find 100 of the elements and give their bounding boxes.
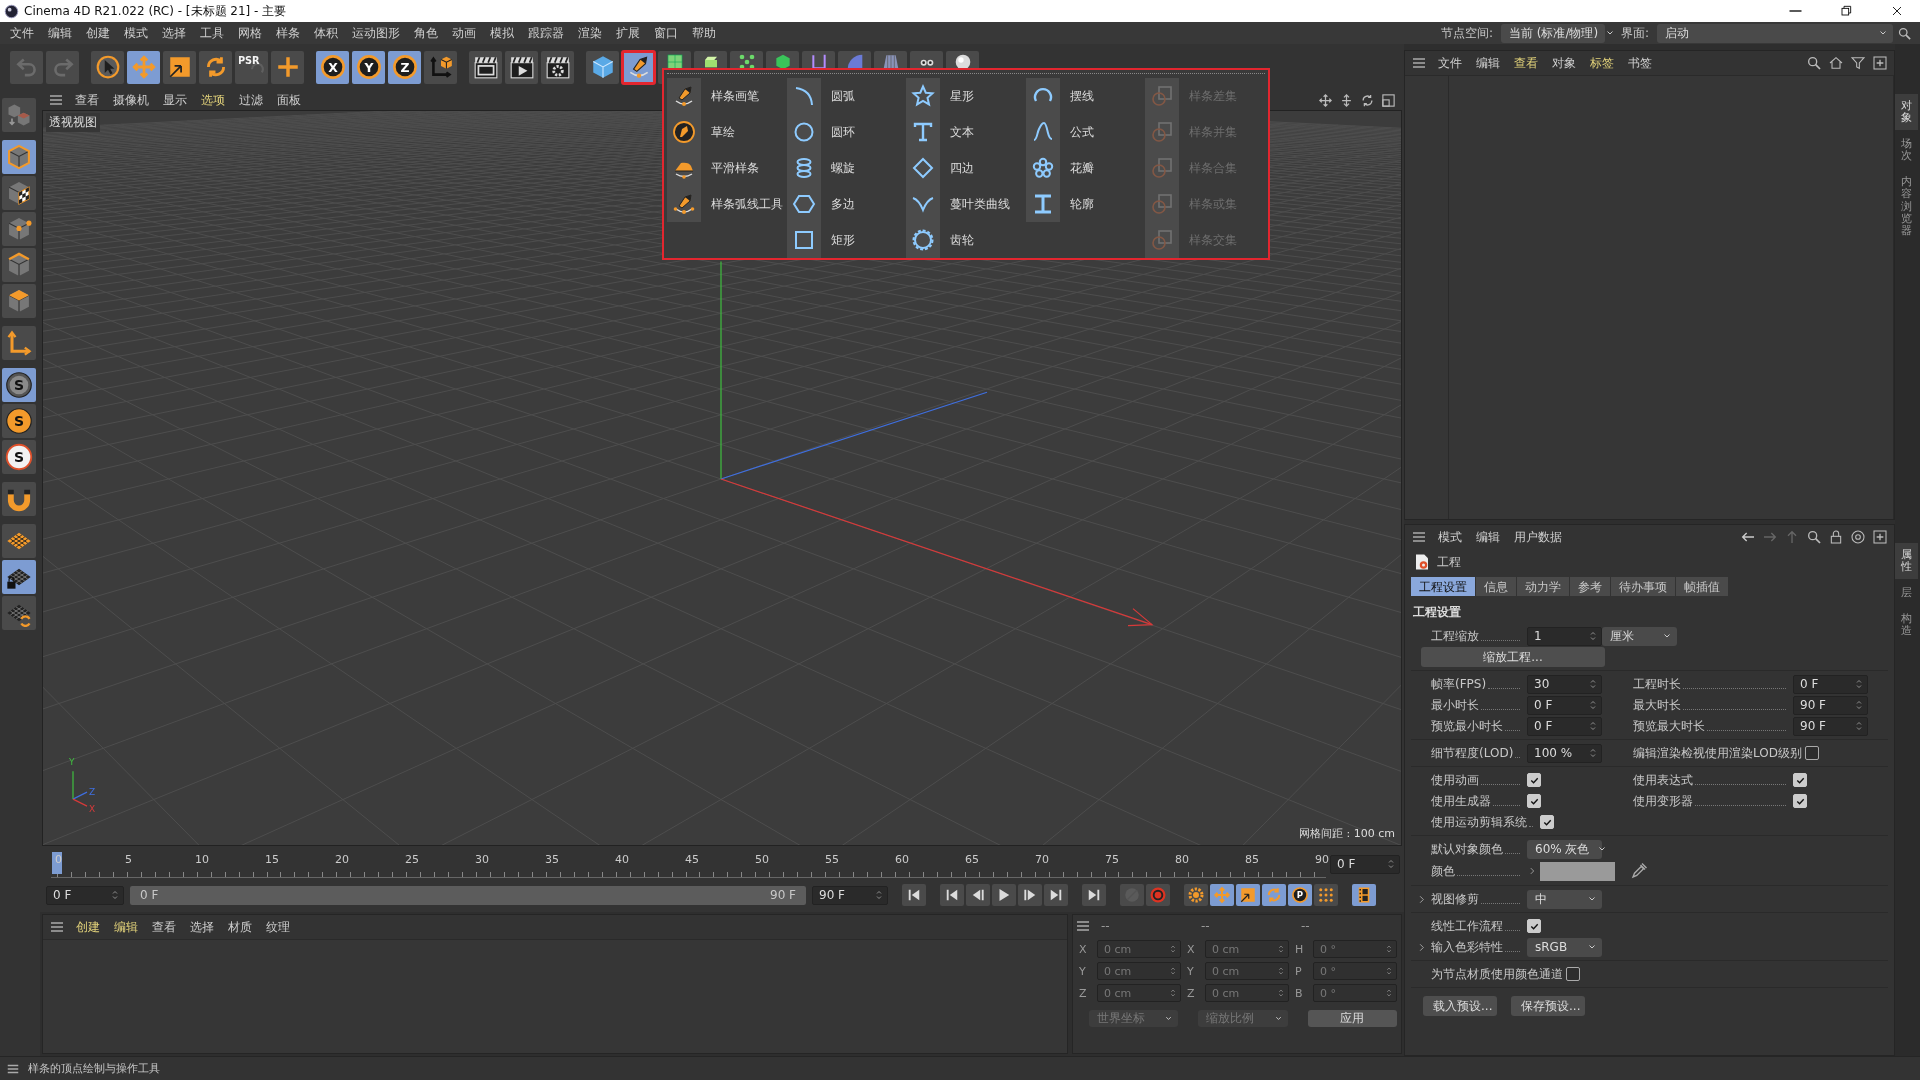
menu-item[interactable]: 选择 (185, 917, 219, 937)
menu-item[interactable]: 工具 (194, 23, 230, 43)
checkbox[interactable] (1527, 794, 1541, 808)
menu-item[interactable]: 圆环 (786, 114, 907, 150)
menu-item[interactable]: 轮廓 (1025, 186, 1146, 222)
menu-item[interactable]: 用户数据 (1509, 527, 1567, 547)
menu-item[interactable]: 帮助 (686, 23, 722, 43)
menu-item[interactable]: 查看 (70, 90, 104, 110)
menu-item[interactable]: 编辑 (1471, 527, 1505, 547)
menu-item[interactable]: 模拟 (484, 23, 520, 43)
menu-item[interactable]: 选项 (196, 90, 230, 110)
pen-button[interactable] (622, 50, 655, 84)
menu-item[interactable]: 文本 (906, 114, 1026, 150)
menu-item[interactable]: 四边 (906, 150, 1026, 186)
cube-button[interactable] (586, 50, 619, 84)
menu-item[interactable]: 公式 (1025, 114, 1146, 150)
tab[interactable]: 帧插值 (1676, 577, 1728, 596)
render-view-button[interactable] (469, 50, 502, 84)
menu-item[interactable]: 创建 (80, 23, 116, 43)
dropdown[interactable]: 厘米 (1602, 626, 1677, 646)
menu-item[interactable]: 渲染 (572, 23, 608, 43)
frame-range-slider[interactable]: 0 F 90 F (130, 885, 806, 905)
add-button[interactable] (271, 50, 304, 84)
render-settings-button[interactable] (541, 50, 574, 84)
menu-item[interactable]: 文件 (1433, 53, 1467, 73)
rotate-button[interactable] (199, 50, 232, 84)
select-button[interactable] (91, 50, 124, 84)
menu-item[interactable]: 齿轮 (906, 222, 1026, 258)
number-field[interactable]: 90 F (1793, 695, 1868, 715)
checkbox[interactable] (1566, 967, 1580, 981)
prev-frame-button[interactable] (966, 884, 990, 906)
prev-key-button[interactable] (940, 884, 964, 906)
menu-item[interactable]: 面板 (272, 90, 306, 110)
menu-item[interactable]: 编辑 (42, 23, 78, 43)
magnet-button[interactable] (2, 482, 36, 516)
checkbox[interactable] (1527, 773, 1541, 787)
menu-item[interactable]: 样条 (270, 23, 306, 43)
menu-item[interactable]: 编辑 (1471, 53, 1505, 73)
layout-dropdown[interactable]: 启动 (1657, 23, 1893, 43)
menu-item[interactable]: 角色 (408, 23, 444, 43)
workplane-button[interactable] (2, 524, 36, 558)
number-field[interactable]: 30 (1527, 674, 1602, 694)
workplane-lock-button[interactable] (2, 560, 36, 594)
number-field[interactable]: 0 F (1527, 716, 1602, 736)
color-swatch[interactable] (1540, 861, 1615, 881)
menu-item[interactable]: 纹理 (261, 917, 295, 937)
workplane-sync-button[interactable] (2, 596, 36, 630)
side-tab[interactable]: 内容浏览器 (1895, 170, 1918, 243)
dropdown[interactable]: sRGB (1527, 937, 1602, 957)
menu-item[interactable]: 运动图形 (346, 23, 406, 43)
tab[interactable]: 工程设置 (1411, 577, 1475, 596)
checkbox[interactable] (1540, 815, 1554, 829)
menu-item[interactable]: 螺旋 (786, 150, 907, 186)
menu-item[interactable]: 跟踪器 (522, 23, 570, 43)
menu-item[interactable]: 体积 (308, 23, 344, 43)
checkbox[interactable] (1793, 773, 1807, 787)
points-button[interactable] (2, 212, 36, 246)
move-button[interactable] (127, 50, 160, 84)
last-button[interactable] (1082, 884, 1106, 906)
scale-button[interactable] (163, 50, 196, 84)
render-button[interactable] (505, 50, 538, 84)
play-button[interactable] (992, 884, 1016, 906)
action-button[interactable]: 缩放工程... (1421, 647, 1605, 667)
dropdown[interactable]: 中 (1527, 889, 1602, 909)
first-button[interactable] (902, 884, 926, 906)
number-field[interactable]: 100 % (1527, 743, 1602, 763)
preset-button[interactable]: 载入预设... (1423, 996, 1497, 1016)
menu-item[interactable]: 书签 (1623, 53, 1657, 73)
menu-item[interactable]: 矩形 (786, 222, 907, 258)
checkbox[interactable] (1793, 794, 1807, 808)
side-tab[interactable]: 属性 (1895, 542, 1918, 580)
next-key-button[interactable] (1044, 884, 1068, 906)
menu-item[interactable]: 材质 (223, 917, 257, 937)
menu-item[interactable]: 创建 (71, 917, 105, 937)
checkbox[interactable] (1804, 746, 1819, 760)
polygons-button[interactable] (2, 284, 36, 318)
current-frame-field[interactable]: 0 F (1330, 854, 1400, 874)
menu-item[interactable]: 模式 (118, 23, 154, 43)
number-field[interactable]: 1 (1527, 626, 1602, 646)
menu-item[interactable]: 窗口 (648, 23, 684, 43)
menu-item[interactable]: 摄像机 (108, 90, 154, 110)
menu-item[interactable]: 模式 (1433, 527, 1467, 547)
menu-item[interactable]: 蔓叶类曲线 (906, 186, 1026, 222)
menu-item[interactable]: 选择 (156, 23, 192, 43)
number-field[interactable]: 0 F (1527, 695, 1602, 715)
next-frame-button[interactable] (1018, 884, 1042, 906)
menu-item[interactable]: 扩展 (610, 23, 646, 43)
menu-item[interactable]: 动画 (446, 23, 482, 43)
menu-item[interactable]: 查看 (147, 917, 181, 937)
menu-item[interactable]: 文件 (4, 23, 40, 43)
coord-button[interactable] (424, 50, 457, 84)
menu-item[interactable]: 过滤 (234, 90, 268, 110)
number-field[interactable]: 0 F (1793, 674, 1868, 694)
new-panel-button[interactable] (1870, 53, 1890, 73)
side-tab[interactable]: 层 (1895, 581, 1918, 606)
menu-item[interactable]: 样条弧线工具 (667, 186, 787, 222)
menu-item[interactable]: 草绘 (667, 114, 787, 150)
menu-item[interactable]: 花瓣 (1025, 150, 1146, 186)
menu-item[interactable]: 网格 (232, 23, 268, 43)
tab[interactable]: 信息 (1476, 577, 1516, 596)
